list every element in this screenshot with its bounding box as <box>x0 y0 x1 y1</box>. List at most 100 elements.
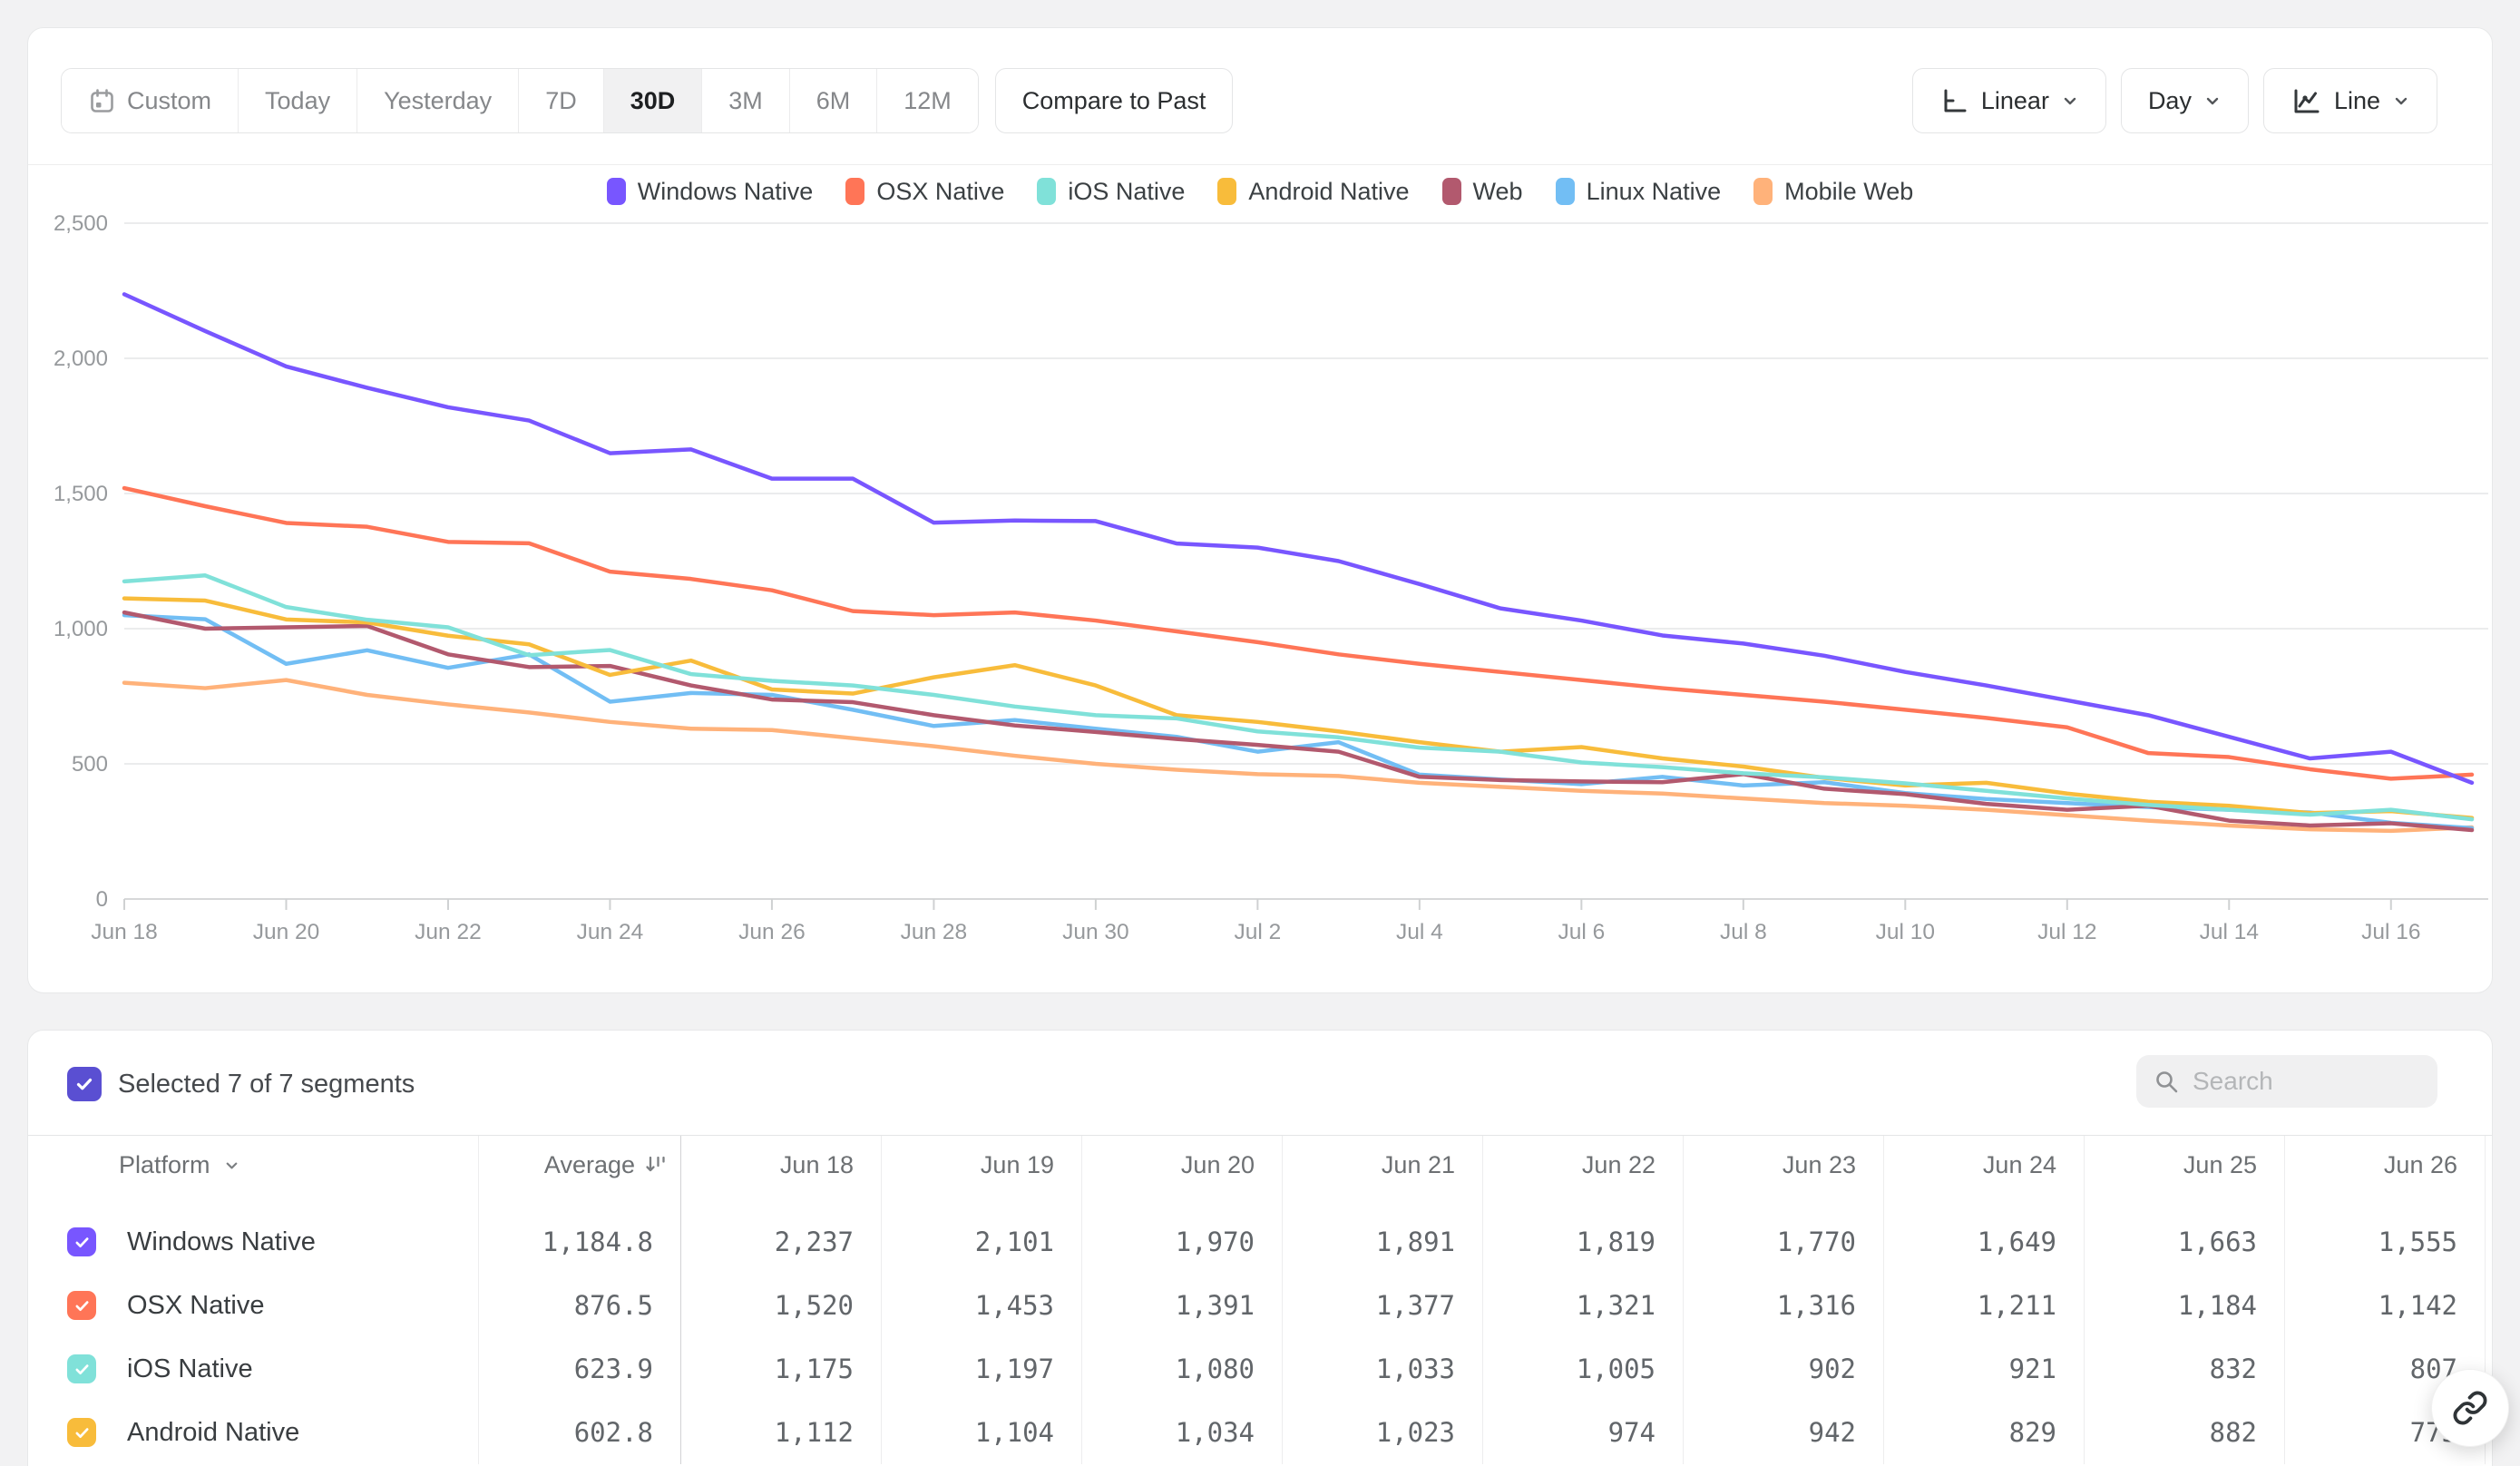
svg-text:Jun 26: Jun 26 <box>738 920 806 944</box>
value-cell: 974 <box>1482 1401 1683 1464</box>
value-cell: 1,970 <box>1081 1194 1282 1274</box>
value-cell: 1,184 <box>2084 1274 2284 1337</box>
column-header-platform[interactable]: Platform <box>28 1136 478 1194</box>
column-header-jun-20[interactable]: Jun 20 <box>1081 1136 1282 1194</box>
svg-text:2,500: 2,500 <box>54 211 108 236</box>
segment-row-android-native: Android Native <box>28 1401 478 1464</box>
value-cell: 2,237 <box>680 1194 881 1274</box>
value-cell: 902 <box>1683 1337 1883 1401</box>
column-header-jun-22[interactable]: Jun 22 <box>1482 1136 1683 1194</box>
search-icon <box>2153 1068 2180 1095</box>
value-cell: 1,112 <box>680 1401 881 1464</box>
chevron-down-icon <box>223 1157 240 1174</box>
segment-row-ios-native: iOS Native <box>28 1337 478 1401</box>
share-link-button[interactable] <box>2431 1369 2509 1447</box>
value-cell: 832 <box>2084 1337 2284 1401</box>
value-cell: 1,316 <box>1683 1274 1883 1337</box>
value-cell: 829 <box>1883 1401 2084 1464</box>
average-value-windows-native: 1,184.8 <box>478 1194 680 1274</box>
segment-name: Android Native <box>127 1418 299 1448</box>
segment-row-windows-native: Windows Native <box>28 1194 478 1274</box>
value-cell: 942 <box>1683 1401 1883 1464</box>
value-cell: 1,023 <box>1282 1401 1482 1464</box>
svg-text:500: 500 <box>72 752 108 777</box>
value-cell: 1,033 <box>1282 1337 1482 1401</box>
value-cell: 1,197 <box>881 1337 1081 1401</box>
platform-header-label: Platform <box>119 1151 210 1179</box>
row-spacer <box>2485 1194 2492 1274</box>
value-cell: 1,080 <box>1081 1337 1282 1401</box>
segment-checkbox-android-native[interactable] <box>67 1418 96 1447</box>
average-header-label: Average <box>544 1151 635 1179</box>
column-header-jun-21[interactable]: Jun 21 <box>1282 1136 1482 1194</box>
segment-checkbox-osx-native[interactable] <box>67 1291 96 1320</box>
average-value-ios-native: 623.9 <box>478 1337 680 1401</box>
segments-panel-header: Selected 7 of 7 segments <box>28 1031 2492 1135</box>
svg-text:Jul 8: Jul 8 <box>1720 920 1767 944</box>
sort-descending-icon <box>644 1153 668 1177</box>
value-cell: 1,819 <box>1482 1194 1683 1274</box>
segment-name: iOS Native <box>127 1354 253 1384</box>
value-cell: 1,377 <box>1282 1274 1482 1337</box>
svg-text:Jul 2: Jul 2 <box>1234 920 1281 944</box>
value-cell: 1,005 <box>1482 1337 1683 1401</box>
row-spacer <box>2485 1274 2492 1337</box>
value-cell: 1,142 <box>2284 1274 2485 1337</box>
value-cell: 921 <box>1883 1337 2084 1401</box>
svg-text:Jun 18: Jun 18 <box>91 920 158 944</box>
value-cell: 1,175 <box>680 1337 881 1401</box>
line-chart[interactable]: 05001,0001,5002,0002,500Jun 18Jun 20Jun … <box>28 28 2494 993</box>
segment-row-osx-native: OSX Native <box>28 1274 478 1337</box>
svg-text:1,000: 1,000 <box>54 617 108 641</box>
svg-text:Jun 28: Jun 28 <box>901 920 968 944</box>
average-value-osx-native: 876.5 <box>478 1274 680 1337</box>
column-header-jun-26[interactable]: Jun 26 <box>2284 1136 2485 1194</box>
column-header-jun-23[interactable]: Jun 23 <box>1683 1136 1883 1194</box>
series-line-ios-native <box>124 575 2472 819</box>
segments-table: PlatformAverageJun 18Jun 19Jun 20Jun 21J… <box>28 1135 2492 1464</box>
value-cell: 1,649 <box>1883 1194 2084 1274</box>
value-cell: 1,555 <box>2284 1194 2485 1274</box>
segment-checkbox-windows-native[interactable] <box>67 1227 96 1256</box>
value-cell: 1,034 <box>1081 1401 1282 1464</box>
value-cell: 882 <box>2084 1401 2284 1464</box>
svg-text:Jul 10: Jul 10 <box>1876 920 1935 944</box>
svg-text:Jul 6: Jul 6 <box>1558 920 1605 944</box>
value-cell: 1,391 <box>1081 1274 1282 1337</box>
value-cell: 1,321 <box>1482 1274 1683 1337</box>
column-header-jun-19[interactable]: Jun 19 <box>881 1136 1081 1194</box>
svg-text:Jun 30: Jun 30 <box>1062 920 1129 944</box>
value-cell: 1,453 <box>881 1274 1081 1337</box>
segment-name: Windows Native <box>127 1227 316 1257</box>
value-cell: 1,891 <box>1282 1194 1482 1274</box>
search-box <box>2136 1055 2437 1108</box>
svg-text:2,000: 2,000 <box>54 347 108 371</box>
segments-card: Selected 7 of 7 segments Platform Average… <box>27 1030 2493 1466</box>
value-cell: 1,663 <box>2084 1194 2284 1274</box>
svg-text:Jun 20: Jun 20 <box>253 920 320 944</box>
svg-text:Jul 16: Jul 16 <box>2361 920 2420 944</box>
svg-text:Jun 24: Jun 24 <box>577 920 644 944</box>
segment-checkbox-ios-native[interactable] <box>67 1354 96 1383</box>
average-value-android-native: 602.8 <box>478 1401 680 1464</box>
search-input[interactable] <box>2193 1067 2421 1096</box>
value-cell: 1,770 <box>1683 1194 1883 1274</box>
svg-text:Jul 14: Jul 14 <box>2200 920 2259 944</box>
svg-text:Jul 4: Jul 4 <box>1396 920 1443 944</box>
value-cell: 1,211 <box>1883 1274 2084 1337</box>
column-header-spacer <box>2485 1136 2492 1194</box>
column-header-jun-18[interactable]: Jun 18 <box>680 1136 881 1194</box>
svg-text:Jul 12: Jul 12 <box>2037 920 2096 944</box>
selected-summary: Selected 7 of 7 segments <box>118 1067 415 1101</box>
column-header-jun-24[interactable]: Jun 24 <box>1883 1136 2084 1194</box>
svg-text:Jun 22: Jun 22 <box>415 920 482 944</box>
link-icon <box>2452 1390 2488 1426</box>
value-cell: 2,101 <box>881 1194 1081 1274</box>
svg-text:0: 0 <box>96 887 108 912</box>
value-cell: 1,520 <box>680 1274 881 1337</box>
segment-name: OSX Native <box>127 1291 265 1321</box>
column-header-jun-25[interactable]: Jun 25 <box>2084 1136 2284 1194</box>
select-all-checkbox[interactable] <box>67 1067 102 1101</box>
chart-card: CustomTodayYesterday7D30D3M6M12M Compare… <box>27 27 2493 993</box>
column-header-average[interactable]: Average <box>478 1136 680 1194</box>
